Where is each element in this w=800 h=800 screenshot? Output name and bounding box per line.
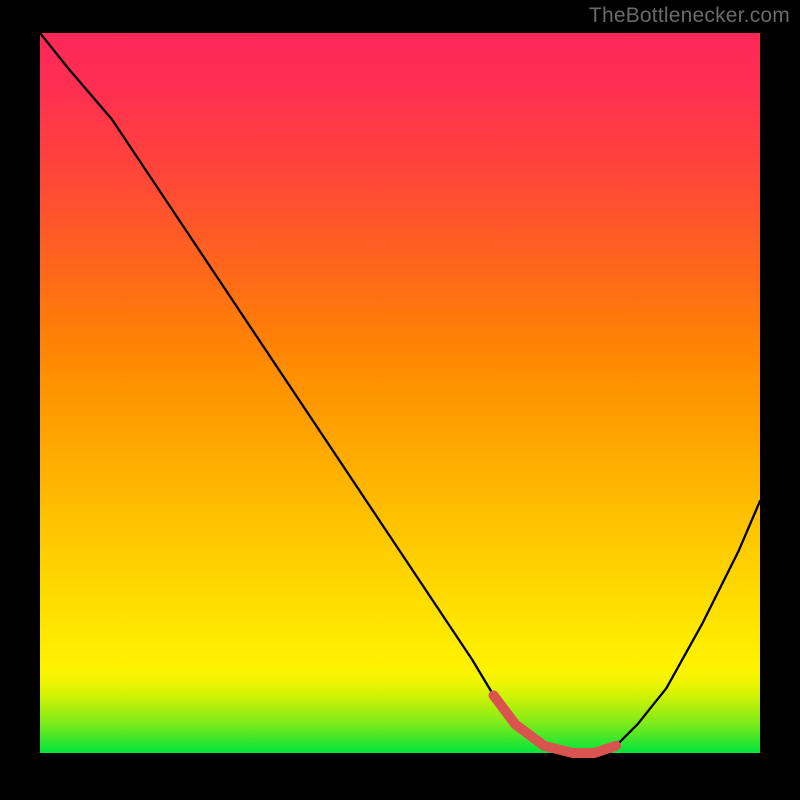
watermark-text: TheBottlenecker.com — [589, 4, 790, 28]
bottom-highlight — [494, 695, 616, 753]
plot-area — [40, 33, 760, 753]
chart-frame: TheBottlenecker.com — [0, 0, 800, 800]
main-curve — [40, 33, 760, 753]
chart-svg — [40, 33, 760, 753]
